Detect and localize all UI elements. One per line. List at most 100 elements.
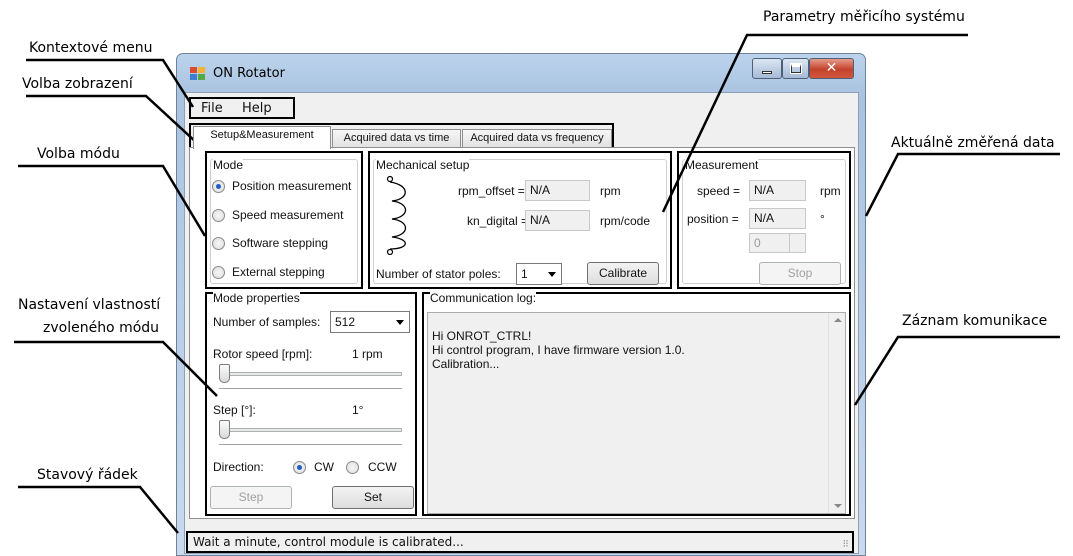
communication-log-group: Communication log: Hi ONROT_CTRL! Hi con… <box>422 291 851 516</box>
annotation-view-selection: Volba zobrazení <box>22 76 133 92</box>
log-line: Hi ONROT_CTRL! <box>432 329 532 343</box>
step-button[interactable]: Step <box>210 486 292 509</box>
minimize-icon <box>762 71 772 74</box>
rotor-speed-label: Rotor speed [rpm]: <box>213 347 313 361</box>
tab-data-vs-frequency[interactable]: Acquired data vs frequency <box>462 129 612 148</box>
status-bar: Wait a minute, control module is calibra… <box>186 531 854 553</box>
step-slider-ticks <box>219 444 402 445</box>
speed-value: N/A <box>749 180 806 201</box>
minimize-button[interactable] <box>752 58 782 79</box>
step-slider-track <box>219 428 402 432</box>
log-scrollbar[interactable] <box>828 313 845 513</box>
speed-unit: rpm <box>820 184 841 198</box>
maximize-button[interactable] <box>782 58 809 79</box>
log-line: Calibration... <box>432 357 500 371</box>
label-software-stepping: Software stepping <box>232 236 329 250</box>
tab-data-vs-time[interactable]: Acquired data vs time <box>332 129 461 148</box>
label-cw: CW <box>314 460 334 474</box>
label-ccw: CCW <box>368 460 397 474</box>
samples-value: 512 <box>335 315 356 329</box>
calibrate-button[interactable]: Calibrate <box>587 262 659 285</box>
speed-label: speed = <box>697 184 741 198</box>
annotation-measured-data: Aktuálně změřená data <box>891 135 1055 151</box>
kn-digital-value: N/A <box>525 210 590 231</box>
step-slider[interactable] <box>217 418 402 448</box>
rpm-offset-unit: rpm <box>600 184 621 198</box>
direction-label: Direction: <box>213 460 264 474</box>
annotation-system-parameters: Parametry měřicího systému <box>763 9 965 25</box>
set-button[interactable]: Set <box>332 486 414 509</box>
status-text: Wait a minute, control module is calibra… <box>193 535 464 549</box>
scroll-down-icon[interactable] <box>834 504 842 508</box>
communication-log-text[interactable]: Hi ONROT_CTRL! Hi control program, I hav… <box>427 312 846 514</box>
measurement-title: Measurement <box>685 158 759 172</box>
radio-ccw[interactable] <box>346 461 359 474</box>
mode-group: Mode Position measurement Speed measurem… <box>205 151 363 289</box>
window-title: ON Rotator <box>213 66 285 81</box>
rpm-offset-label: rpm_offset = <box>458 184 525 198</box>
close-icon: ✕ <box>825 60 838 76</box>
app-icon <box>190 67 206 81</box>
menu-help[interactable]: Help <box>242 101 272 116</box>
position-unit: ° <box>820 212 825 226</box>
mechanical-setup-group: Mechanical setup rpm_offset = N/A rpm kn… <box>368 151 672 289</box>
menu-file[interactable]: File <box>201 101 223 116</box>
spinner-arrows-icon[interactable] <box>789 234 805 252</box>
rotor-slider-ticks <box>219 388 402 389</box>
annotation-mode-selection: Volba módu <box>37 146 120 162</box>
position-value: N/A <box>749 208 806 229</box>
measurement-group: Measurement speed = N/A rpm position = N… <box>677 151 851 289</box>
annotation-mode-properties-1: Nastavení vlastností <box>18 297 161 313</box>
communication-log-title: Communication log: <box>430 291 537 305</box>
resize-grip-icon[interactable]: ⠿ <box>842 539 849 550</box>
step-label: Step [°]: <box>213 403 256 417</box>
title-bar[interactable]: ON Rotator ✕ <box>177 54 865 92</box>
annotation-communication-log: Záznam komunikace <box>902 313 1048 329</box>
annotation-context-menu: Kontextové menu <box>29 40 153 56</box>
radio-external-stepping[interactable] <box>212 266 225 279</box>
stator-poles-select[interactable]: 1 <box>516 263 562 285</box>
client-area: File Help Setup&Measurement Acquired dat… <box>184 92 859 554</box>
label-speed-measurement: Speed measurement <box>232 208 344 222</box>
chevron-down-icon <box>396 320 404 325</box>
position-label: position = <box>687 212 739 226</box>
radio-position-measurement[interactable] <box>212 180 225 193</box>
samples-label: Number of samples: <box>213 315 321 329</box>
menu-bar: File Help <box>189 97 295 119</box>
coil-icon <box>386 175 407 255</box>
maximize-icon <box>790 63 802 74</box>
mechanical-title: Mechanical setup <box>376 158 470 172</box>
kn-digital-label: kn_digital = <box>467 214 529 228</box>
tab-setup-measurement[interactable]: Setup&Measurement <box>193 126 331 149</box>
samples-select[interactable]: 512 <box>330 311 410 333</box>
annotation-status-bar: Stavový řádek <box>37 467 138 483</box>
rotor-slider-thumb[interactable] <box>219 364 230 383</box>
close-button[interactable]: ✕ <box>809 58 854 79</box>
radio-cw[interactable] <box>293 461 306 474</box>
rotor-slider-track <box>219 372 402 376</box>
label-position-measurement: Position measurement <box>232 179 352 193</box>
label-external-stepping: External stepping <box>232 265 325 279</box>
annotation-mode-properties-2: zvoleného módu <box>43 320 160 336</box>
radio-software-stepping[interactable] <box>212 237 225 250</box>
stator-poles-value: 1 <box>521 267 528 281</box>
mode-properties-group: Mode properties Number of samples: 512 R… <box>205 291 417 516</box>
tab-page-setup: Mode Position measurement Speed measurem… <box>189 147 855 519</box>
stop-button[interactable]: Stop <box>759 262 841 285</box>
log-line: Hi control program, I have firmware vers… <box>432 343 685 357</box>
rpm-offset-value: N/A <box>525 180 590 201</box>
spinner-value: 0 <box>754 236 761 250</box>
step-slider-thumb[interactable] <box>219 420 230 439</box>
stator-poles-label: Number of stator poles: <box>376 267 501 281</box>
mode-properties-title: Mode properties <box>213 291 300 305</box>
measurement-spinner[interactable]: 0 <box>749 233 806 253</box>
rotor-speed-slider[interactable] <box>217 362 402 392</box>
step-value: 1° <box>352 403 364 417</box>
radio-speed-measurement[interactable] <box>212 209 225 222</box>
rotor-speed-value: 1 rpm <box>352 347 383 361</box>
mode-title: Mode <box>213 158 244 172</box>
tab-strip: Setup&Measurement Acquired data vs time … <box>189 123 614 149</box>
chevron-down-icon <box>548 272 556 277</box>
app-window: ON Rotator ✕ File Help Setup&Measurement… <box>176 53 866 556</box>
scroll-up-icon[interactable] <box>834 318 842 322</box>
